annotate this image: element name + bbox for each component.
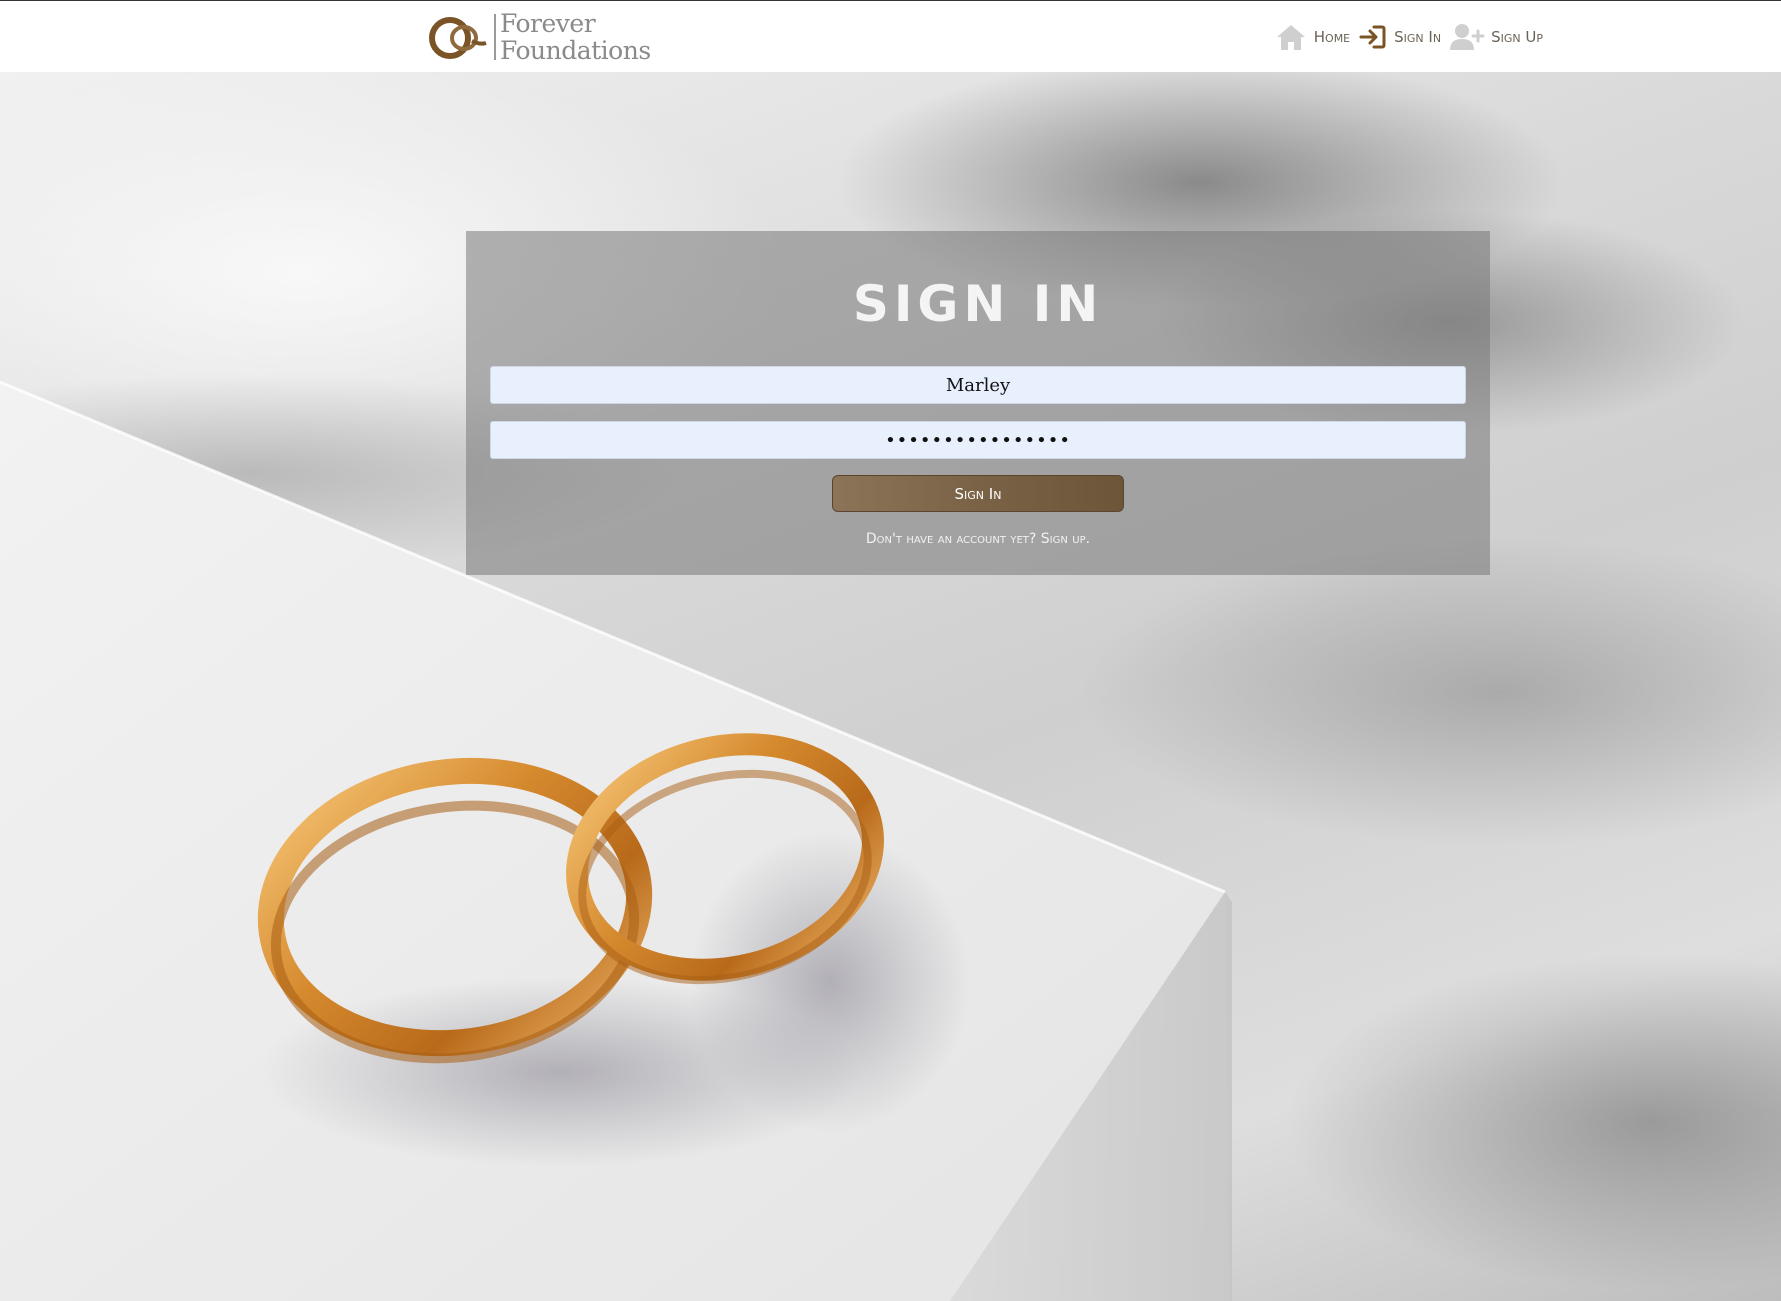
brand-name-line1: Forever bbox=[500, 9, 596, 38]
interlocked-rings-logo-icon bbox=[429, 17, 487, 59]
brand-name-line2: Foundations bbox=[500, 36, 651, 65]
logo-divider bbox=[494, 14, 496, 60]
brand-name: Forever Foundations bbox=[500, 10, 651, 64]
nav-sign-in[interactable]: Sign In bbox=[1358, 23, 1441, 51]
sign-up-link[interactable]: Don't have an account yet? Sign up. bbox=[466, 531, 1490, 547]
user-plus-icon bbox=[1450, 24, 1485, 50]
sign-in-button[interactable]: Sign In bbox=[832, 475, 1124, 512]
nav-home[interactable]: Home bbox=[1274, 22, 1350, 52]
brand-logo[interactable]: Forever Foundations bbox=[428, 10, 651, 64]
password-input[interactable] bbox=[490, 421, 1466, 459]
nav-sign-up-label: Sign Up bbox=[1491, 28, 1543, 46]
main-nav: Home Sign In Sign Up bbox=[1266, 19, 1543, 55]
sign-in-panel: SIGN IN Sign In Don't have an account ye… bbox=[466, 231, 1490, 575]
top-navbar: Forever Foundations Home Sign In Sign Up bbox=[0, 0, 1781, 72]
home-icon bbox=[1276, 25, 1305, 50]
sign-in-title: SIGN IN bbox=[852, 275, 1104, 333]
sign-in-icon bbox=[1359, 25, 1386, 49]
nav-sign-up[interactable]: Sign Up bbox=[1449, 22, 1543, 52]
nav-home-label: Home bbox=[1313, 28, 1351, 46]
username-input[interactable] bbox=[490, 366, 1466, 404]
nav-sign-in-label: Sign In bbox=[1394, 28, 1442, 46]
